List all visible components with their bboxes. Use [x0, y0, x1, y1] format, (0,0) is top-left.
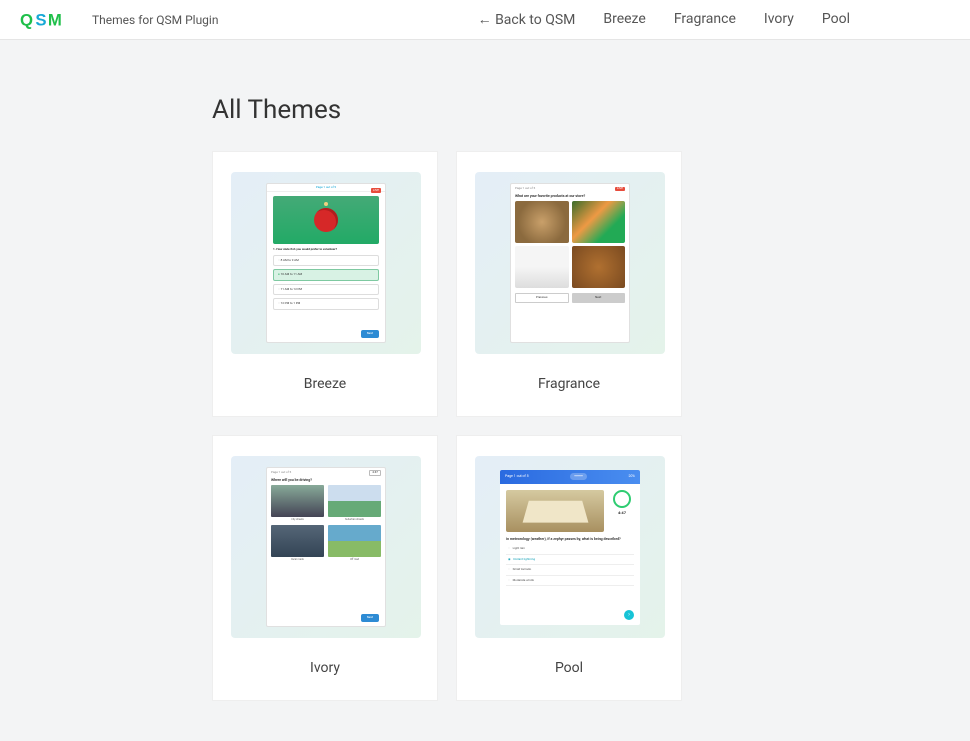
preview-image-option: [572, 246, 626, 288]
preview-prev-button: Previous: [515, 293, 569, 303]
preview-page-indicator: Page 1 out of 5: [316, 186, 336, 190]
theme-preview: Page 1 out of 5 LIVE What are your favor…: [510, 183, 630, 343]
header: Q S M Themes for QSM Plugin ← Back to QS…: [0, 0, 970, 40]
preview-page-indicator: Page 1 out of 5: [271, 471, 291, 475]
preview-image-option: [515, 246, 569, 288]
preview-option: 8 AM to 9 AM: [273, 255, 379, 267]
preview-timer: 4:47: [610, 511, 634, 516]
theme-card-breeze[interactable]: Page 1 out of 5 LIVE 1. How slate fish y…: [212, 151, 438, 417]
theme-preview: Page 1 out of 5 4:47 Where will you be d…: [266, 467, 386, 627]
svg-text:S: S: [35, 10, 46, 29]
nav-fragrance[interactable]: Fragrance: [674, 11, 736, 28]
theme-preview: Page 1 out of 5 ━━━━ 20% 4:47 In meteo: [500, 470, 640, 625]
preview-image-option: Rural roads: [271, 525, 324, 561]
nav-pool[interactable]: Pool: [822, 11, 850, 28]
nav-back-to-qsm[interactable]: ← Back to QSM: [478, 11, 576, 28]
preview-option-selected: Distant lightning: [506, 555, 634, 566]
preview-option-selected: 10 AM to 11 AM: [273, 269, 379, 281]
nav: ← Back to QSM Breeze Fragrance Ivory Poo…: [478, 11, 850, 28]
page-title: All Themes: [212, 95, 970, 125]
preview-timer: 4:47: [369, 470, 381, 477]
tagline: Themes for QSM Plugin: [92, 13, 218, 27]
preview-progress-ring: [613, 490, 631, 508]
preview-progress-percent: 20%: [628, 474, 635, 478]
theme-thumbnail: Page 1 out of 5 LIVE What are your favor…: [475, 172, 665, 354]
logo[interactable]: Q S M: [20, 10, 80, 30]
theme-card-fragrance[interactable]: Page 1 out of 5 LIVE What are your favor…: [456, 151, 682, 417]
nav-breeze[interactable]: Breeze: [603, 11, 645, 28]
theme-thumbnail: Page 1 out of 5 LIVE 1. How slate fish y…: [231, 172, 421, 354]
preview-next-button: Next: [361, 614, 379, 622]
preview-badge: LIVE: [371, 188, 381, 193]
preview-image-option: [572, 201, 626, 243]
preview-page-indicator: Page 1 out of 5: [505, 474, 529, 478]
preview-next-button: Next: [572, 293, 626, 303]
theme-name: Pool: [475, 660, 663, 676]
theme-card-ivory[interactable]: Page 1 out of 5 4:47 Where will you be d…: [212, 435, 438, 701]
preview-hero-image: [506, 490, 604, 532]
preview-progress-pill: ━━━━: [570, 473, 586, 479]
preview-option: Moderate winds: [506, 576, 634, 587]
preview-question: 1. How slate fish you would prefer to vo…: [273, 248, 379, 252]
preview-option: 12 PM to 1 PM: [273, 298, 379, 310]
theme-grid: Page 1 out of 5 LIVE 1. How slate fish y…: [212, 151, 970, 701]
preview-badge: LIVE: [615, 187, 625, 192]
preview-page-indicator: Page 1 out of 5: [515, 187, 535, 191]
main: All Themes Page 1 out of 5 LIVE 1. How s…: [0, 40, 970, 741]
qsm-logo-icon: Q S M: [20, 10, 80, 30]
nav-ivory[interactable]: Ivory: [764, 11, 794, 28]
preview-option: Small tornado: [506, 565, 634, 576]
preview-question: Where will you be driving?: [271, 478, 381, 482]
preview-question: What are your favorite products at our s…: [515, 194, 625, 198]
preview-image-option: City streets: [271, 485, 324, 521]
preview-image-option: [515, 201, 569, 243]
preview-next-button: Next: [361, 330, 379, 338]
theme-name: Fragrance: [475, 376, 663, 392]
preview-question: In meteorology (weather), if a zephyr pa…: [506, 537, 634, 542]
theme-name: Ivory: [231, 660, 419, 676]
preview-option: 11 AM to 12 PM: [273, 284, 379, 296]
preview-image-option: Suburban streets: [328, 485, 381, 521]
theme-thumbnail: Page 1 out of 5 ━━━━ 20% 4:47 In meteo: [475, 456, 665, 638]
preview-hero-image: [273, 196, 379, 244]
theme-preview: Page 1 out of 5 LIVE 1. How slate fish y…: [266, 183, 386, 343]
theme-thumbnail: Page 1 out of 5 4:47 Where will you be d…: [231, 456, 421, 638]
theme-card-pool[interactable]: Page 1 out of 5 ━━━━ 20% 4:47 In meteo: [456, 435, 682, 701]
svg-text:M: M: [48, 10, 62, 29]
svg-text:Q: Q: [20, 10, 33, 29]
preview-next-fab: [624, 610, 634, 620]
theme-name: Breeze: [231, 376, 419, 392]
preview-image-option: Off road: [328, 525, 381, 561]
preview-option: Light rain: [506, 544, 634, 555]
